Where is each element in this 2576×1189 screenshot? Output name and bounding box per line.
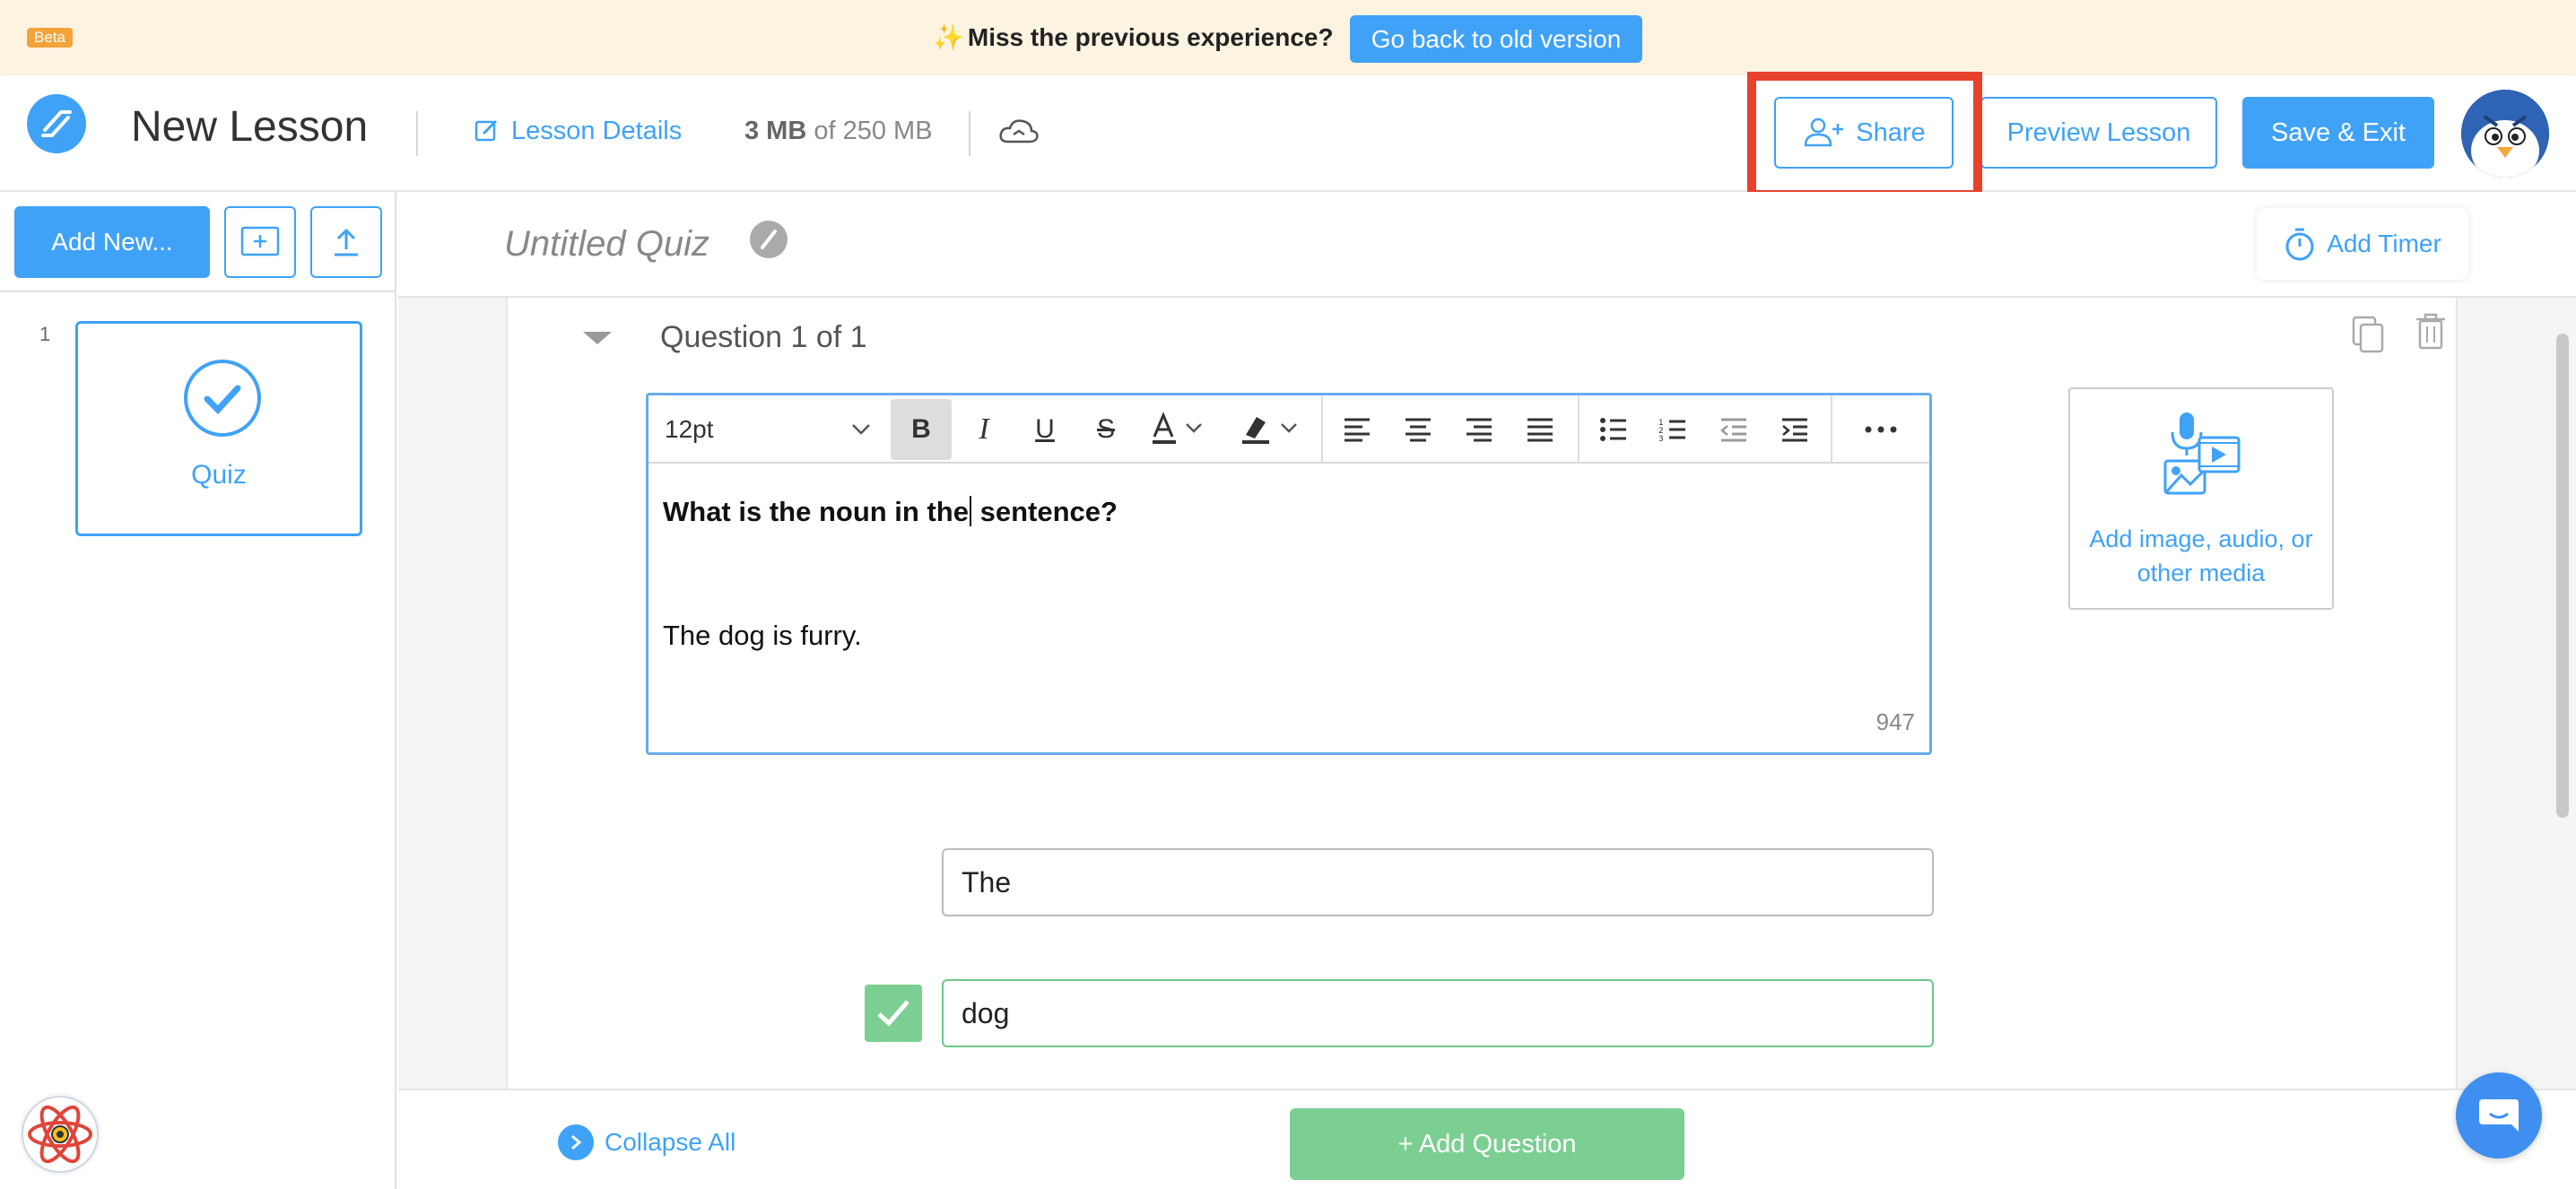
divider — [416, 111, 418, 156]
outdent-icon — [1720, 418, 1746, 442]
quiz-title[interactable]: Untitled Quiz — [504, 219, 709, 269]
numbered-list-icon: 123 — [1658, 419, 1685, 442]
slide-thumbnail-quiz[interactable]: Quiz — [75, 321, 362, 536]
logo-icon[interactable] — [27, 94, 86, 153]
more-options-button[interactable] — [1838, 395, 1924, 464]
beta-badge: Beta — [27, 28, 73, 48]
add-media-button[interactable]: Add image, audio, or other media — [2068, 387, 2334, 610]
timer-icon — [2285, 228, 2314, 261]
strikethrough-button[interactable]: S — [1075, 395, 1136, 464]
add-new-button[interactable]: Add New... — [14, 206, 210, 278]
question-text-line: What is the noun in the sentence? — [663, 496, 1118, 527]
add-timer-button[interactable]: Add Timer — [2257, 208, 2468, 280]
question-text-line: The dog is furry. — [663, 620, 862, 651]
old-version-button[interactable]: Go back to old version — [1350, 15, 1642, 63]
lesson-details-link[interactable]: Lesson Details — [474, 115, 682, 147]
bullet-list-icon — [1600, 418, 1626, 441]
text-color-icon — [1153, 412, 1202, 444]
microphone-media-icon — [2163, 412, 2241, 495]
pencil-icon[interactable] — [750, 221, 788, 258]
scrollbar[interactable] — [2556, 334, 2569, 818]
chat-icon[interactable] — [2456, 1072, 2542, 1159]
divider — [969, 111, 970, 156]
font-size-select[interactable]: 12pt — [656, 395, 880, 464]
save-exit-button[interactable]: Save & Exit — [2242, 97, 2434, 169]
question-text-editor[interactable]: 12pt B I U S 1 2 3 What is the noun in t… — [646, 393, 1932, 755]
quiz-title-bar: Untitled Quiz Add Timer — [398, 192, 2576, 298]
align-justify-button[interactable] — [1510, 395, 1571, 464]
add-question-button[interactable]: + Add Question — [1290, 1108, 1684, 1180]
sparkle-icon: ✨ — [933, 23, 964, 51]
check-icon — [877, 1000, 909, 1027]
align-right-button[interactable] — [1449, 395, 1510, 464]
svg-text:3: 3 — [1658, 435, 1664, 442]
trash-icon[interactable] — [2415, 312, 2447, 351]
share-highlight-box — [1747, 72, 1982, 199]
outdent-button[interactable] — [1703, 395, 1764, 464]
upload-icon — [335, 228, 358, 256]
align-center-button[interactable] — [1388, 395, 1449, 464]
question-card: Question 1 of 1 12pt B I U S 1 2 3 What … — [506, 298, 2458, 1090]
beta-banner: Beta ✨ Miss the previous experience? Go b… — [0, 0, 2576, 75]
align-justify-icon — [1527, 418, 1553, 442]
text-caret — [969, 496, 971, 526]
collapse-all-button[interactable]: Collapse All — [558, 1124, 735, 1160]
correct-answer-toggle[interactable] — [865, 985, 922, 1042]
editor-toolbar: 12pt B I U S 1 2 3 — [648, 395, 1929, 464]
add-slide-button[interactable] — [224, 206, 296, 278]
align-right-icon — [1466, 418, 1492, 442]
answer-option-correct[interactable]: dog — [942, 979, 1934, 1047]
top-header: New Lesson Lesson Details 3 MB of 250 MB… — [0, 75, 2576, 192]
editor-footer: Collapse All + Add Question — [398, 1089, 2576, 1189]
slide-number: 1 — [39, 323, 51, 345]
chevron-down-icon — [852, 424, 870, 435]
slide-label: Quiz — [191, 460, 247, 490]
indent-icon — [1782, 418, 1807, 442]
avatar[interactable] — [2461, 90, 2549, 178]
character-count: 947 — [1875, 708, 1915, 735]
chevron-right-icon — [558, 1124, 594, 1160]
highlight-color-button[interactable] — [1228, 395, 1314, 464]
bullet-list-button[interactable] — [1583, 395, 1644, 464]
add-slide-icon — [240, 226, 280, 256]
preview-lesson-button[interactable]: Preview Lesson — [1980, 97, 2217, 169]
quiz-editor-main: Untitled Quiz Add Timer Question 1 of 1 — [398, 192, 2576, 1189]
copy-icon[interactable] — [2350, 316, 2386, 355]
text-color-button[interactable] — [1138, 395, 1219, 464]
divider — [0, 291, 395, 292]
cloud-icon — [999, 119, 1039, 143]
numbered-list-button[interactable]: 123 — [1642, 395, 1703, 464]
upload-button[interactable] — [310, 206, 382, 278]
banner-message: ✨ Miss the previous experience? — [933, 23, 1334, 51]
storage-usage: 3 MB of 250 MB — [744, 117, 933, 145]
highlighter-icon — [1242, 417, 1297, 444]
more-icon — [1865, 426, 1897, 433]
underline-button[interactable]: U — [1014, 395, 1075, 464]
slides-sidebar: Add New... 1 Quiz — [0, 192, 396, 1189]
align-center-icon — [1405, 418, 1431, 442]
italic-button[interactable]: I — [953, 395, 1014, 464]
collapse-question-icon[interactable] — [583, 332, 612, 344]
indent-button[interactable] — [1764, 395, 1825, 464]
edit-icon — [474, 119, 498, 142]
answer-option[interactable]: The — [942, 848, 1934, 916]
checkmark-icon — [184, 360, 261, 437]
lesson-title[interactable]: New Lesson — [131, 102, 368, 152]
align-left-button[interactable] — [1327, 395, 1388, 464]
react-logo-icon[interactable] — [22, 1096, 99, 1173]
bold-button[interactable]: B — [891, 399, 952, 460]
align-left-icon — [1345, 418, 1370, 442]
add-media-label: Add image, audio, or other media — [2089, 525, 2313, 586]
question-label: Question 1 of 1 — [660, 320, 867, 354]
